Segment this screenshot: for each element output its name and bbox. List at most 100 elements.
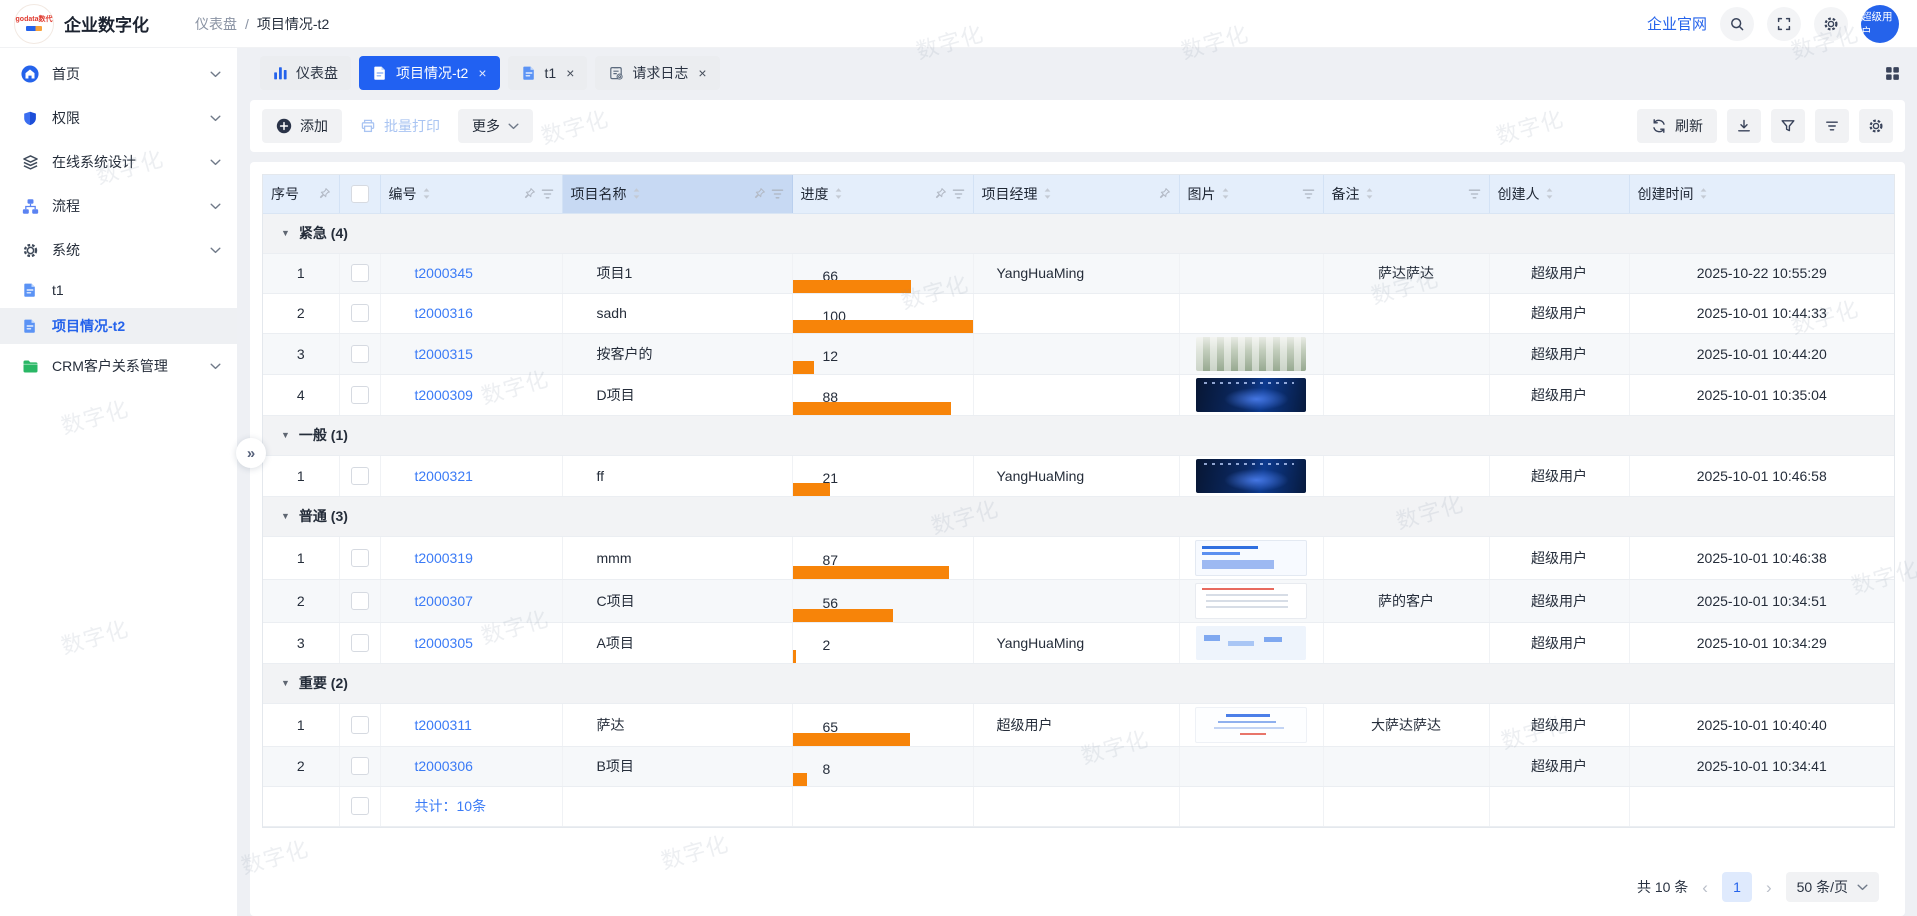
project-image-thumbnail[interactable] <box>1196 626 1306 660</box>
filter-icon[interactable] <box>1302 189 1315 199</box>
column-header[interactable]: 备注 <box>1323 175 1489 213</box>
tab-request-log[interactable]: 请求日志× <box>595 56 719 90</box>
close-icon[interactable]: × <box>698 65 706 81</box>
row-checkbox[interactable] <box>351 757 369 775</box>
pin-icon[interactable] <box>523 187 536 200</box>
fullscreen-button[interactable] <box>1767 7 1801 41</box>
sidebar-item-online-design[interactable]: 在线系统设计 <box>0 140 237 184</box>
tab-project-status-t2[interactable]: 项目情况-t2× <box>359 56 500 90</box>
column-header[interactable]: 项目经理 <box>973 175 1179 213</box>
project-image-thumbnail[interactable] <box>1195 583 1307 619</box>
project-code-link[interactable]: t2000321 <box>415 468 473 484</box>
row-checkbox[interactable] <box>351 386 369 404</box>
breadcrumb-item-dashboard[interactable]: 仪表盘 <box>195 14 237 34</box>
column-header[interactable]: 创建人 <box>1489 175 1629 213</box>
column-header[interactable]: 编号 <box>380 175 562 213</box>
collapse-caret-icon[interactable]: ▼ <box>281 678 290 688</box>
row-checkbox[interactable] <box>351 592 369 610</box>
sidebar-item-workflow[interactable]: 流程 <box>0 184 237 228</box>
user-avatar[interactable]: 超级用户 <box>1861 5 1899 43</box>
next-page-button[interactable]: › <box>1766 879 1772 896</box>
project-code-link[interactable]: t2000345 <box>415 265 473 281</box>
portal-link[interactable]: 企业官网 <box>1647 13 1707 34</box>
project-image-thumbnail[interactable] <box>1195 707 1307 743</box>
column-header-select-all[interactable] <box>339 175 380 213</box>
row-checkbox[interactable] <box>351 345 369 363</box>
row-checkbox[interactable] <box>351 634 369 652</box>
sort-icon[interactable] <box>422 187 431 200</box>
filter-icon[interactable] <box>952 189 965 199</box>
project-code-link[interactable]: t2000316 <box>415 305 473 321</box>
add-button[interactable]: 添加 <box>262 109 342 143</box>
table-row[interactable]: 1t2000345项目166YangHuaMing萨达萨达超级用户2025-10… <box>263 253 1894 293</box>
pin-icon[interactable] <box>318 187 331 200</box>
sidebar-item-project-status-t2[interactable]: 项目情况-t2 <box>0 308 237 344</box>
collapse-caret-icon[interactable]: ▼ <box>281 430 290 440</box>
project-code-link[interactable]: t2000315 <box>415 346 473 362</box>
settings-button[interactable] <box>1814 7 1848 41</box>
search-button[interactable] <box>1720 7 1754 41</box>
sort-icon[interactable] <box>1221 187 1230 200</box>
filter-icon[interactable] <box>541 189 554 199</box>
filter-icon[interactable] <box>771 189 784 199</box>
collapse-caret-icon[interactable]: ▼ <box>281 228 290 238</box>
project-code-link[interactable]: t2000309 <box>415 387 473 403</box>
row-checkbox[interactable] <box>351 716 369 734</box>
sidebar-item-permissions[interactable]: 权限 <box>0 96 237 140</box>
project-image-thumbnail[interactable] <box>1196 337 1306 371</box>
row-checkbox[interactable] <box>351 264 369 282</box>
tab-dashboard[interactable]: 仪表盘 <box>260 56 351 90</box>
batch-print-button[interactable]: 批量打印 <box>356 109 444 143</box>
pin-icon[interactable] <box>934 187 947 200</box>
app-logo[interactable]: godata数代 <box>14 4 54 44</box>
tab-layout-button[interactable] <box>1884 65 1901 82</box>
sidebar-item-home[interactable]: 首页 <box>0 52 237 96</box>
close-icon[interactable]: × <box>566 65 574 81</box>
column-header[interactable]: 创建时间 <box>1629 175 1894 213</box>
table-row[interactable]: 1t2000311萨达65超级用户大萨达萨达超级用户2025-10-01 10:… <box>263 703 1894 746</box>
table-row[interactable]: 2t2000307C项目56萨的客户超级用户2025-10-01 10:34:5… <box>263 579 1894 622</box>
project-code-link[interactable]: t2000307 <box>415 593 473 609</box>
project-image-thumbnail[interactable] <box>1196 459 1306 493</box>
sidebar-item-crm[interactable]: CRM客户关系管理 <box>0 344 237 388</box>
table-row[interactable]: 1t2000319mmm87超级用户2025-10-01 10:46:38 <box>263 536 1894 579</box>
export-button[interactable] <box>1727 109 1761 143</box>
filter-icon[interactable] <box>1468 189 1481 199</box>
group-header-row[interactable]: ▼普通 (3) <box>263 496 1894 536</box>
more-button[interactable]: 更多 <box>458 109 533 143</box>
project-image-thumbnail[interactable] <box>1195 540 1307 576</box>
sort-icon[interactable] <box>1545 187 1554 200</box>
table-row[interactable]: 3t2000305A项目2YangHuaMing超级用户2025-10-01 1… <box>263 622 1894 663</box>
refresh-button[interactable]: 刷新 <box>1637 109 1717 143</box>
group-header-row[interactable]: ▼一般 (1) <box>263 415 1894 455</box>
pin-icon[interactable] <box>1158 187 1171 200</box>
row-checkbox[interactable] <box>351 549 369 567</box>
group-header-row[interactable]: ▼重要 (2) <box>263 663 1894 703</box>
project-code-link[interactable]: t2000306 <box>415 758 473 774</box>
sort-icon[interactable] <box>1699 187 1708 200</box>
panel-expand-handle[interactable]: » <box>236 438 266 468</box>
column-header[interactable]: 项目名称 <box>562 175 792 213</box>
sort-icon[interactable] <box>834 187 843 200</box>
sidebar-item-t1[interactable]: t1 <box>0 272 237 308</box>
table-row[interactable]: 2t2000316sadh100超级用户2025-10-01 10:44:33 <box>263 293 1894 333</box>
pin-icon[interactable] <box>753 187 766 200</box>
project-code-link[interactable]: t2000305 <box>415 635 473 651</box>
row-checkbox[interactable] <box>351 304 369 322</box>
sort-icon[interactable] <box>1043 187 1052 200</box>
table-row[interactable]: 3t2000315按客户的12超级用户2025-10-01 10:44:20 <box>263 333 1894 374</box>
column-header[interactable]: 进度 <box>792 175 973 213</box>
sort-icon[interactable] <box>1365 187 1374 200</box>
sidebar-item-system[interactable]: 系统 <box>0 228 237 272</box>
page-size-select[interactable]: 50 条/页 <box>1786 872 1879 902</box>
filter-button[interactable] <box>1771 109 1805 143</box>
column-header[interactable]: 序号 <box>263 175 339 213</box>
collapse-caret-icon[interactable]: ▼ <box>281 511 290 521</box>
table-row[interactable]: 2t2000306B项目8超级用户2025-10-01 10:34:41 <box>263 746 1894 786</box>
select-all-checkbox[interactable] <box>351 185 369 203</box>
table-settings-button[interactable] <box>1859 109 1893 143</box>
tab-t1[interactable]: t1× <box>508 56 588 90</box>
density-button[interactable] <box>1815 109 1849 143</box>
row-checkbox[interactable] <box>351 467 369 485</box>
column-header[interactable]: 图片 <box>1179 175 1323 213</box>
